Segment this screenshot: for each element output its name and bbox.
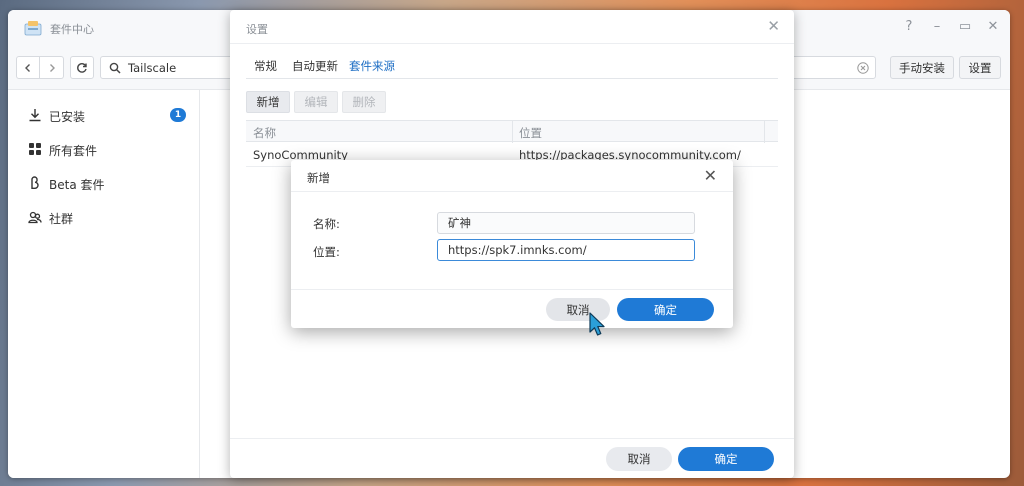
- column-resize-handle[interactable]: [764, 121, 765, 143]
- package-center-logo-icon: [24, 21, 42, 36]
- column-resize-handle[interactable]: [512, 121, 513, 143]
- ok-button[interactable]: 确定: [617, 298, 714, 321]
- close-icon[interactable]: ✕: [986, 19, 1000, 34]
- grid-icon: [29, 143, 41, 155]
- divider: [291, 289, 733, 290]
- close-icon[interactable]: ✕: [704, 166, 717, 185]
- add-source-dialog: 新增 ✕ 名称: 位置: 取消 确定: [291, 160, 733, 328]
- divider: [230, 438, 794, 439]
- sidebar-item-community[interactable]: 社群: [8, 202, 198, 232]
- sidebar-item-all-packages[interactable]: 所有套件: [8, 134, 198, 164]
- settings-button[interactable]: 设置: [959, 56, 1001, 79]
- chevron-left-icon: [25, 63, 30, 72]
- table-header: 名称 位置: [246, 120, 778, 143]
- column-header-location[interactable]: 位置: [519, 125, 542, 141]
- sidebar-item-label: 所有套件: [49, 144, 98, 158]
- search-value: Tailscale: [128, 61, 177, 75]
- settings-dialog-title: 设置: [246, 23, 268, 36]
- sidebar-item-label: Beta 套件: [49, 178, 105, 192]
- add-source-button[interactable]: 新增: [246, 91, 290, 113]
- close-icon[interactable]: ✕: [767, 17, 780, 35]
- name-field[interactable]: [437, 212, 695, 234]
- location-field[interactable]: [437, 239, 695, 261]
- refresh-button[interactable]: [70, 56, 94, 79]
- search-icon: [109, 62, 121, 74]
- chevron-right-icon: [49, 63, 55, 72]
- help-icon[interactable]: ?: [902, 19, 916, 34]
- divider: [246, 78, 778, 79]
- divider: [291, 191, 733, 192]
- sidebar-item-label: 已安装: [49, 110, 86, 124]
- sidebar-item-label: 社群: [49, 212, 74, 226]
- cancel-button[interactable]: 取消: [606, 447, 672, 471]
- name-label: 名称:: [313, 217, 340, 231]
- manual-install-button[interactable]: 手动安装: [890, 56, 954, 79]
- divider: [230, 43, 794, 44]
- community-icon: [28, 211, 42, 224]
- add-dialog-title: 新增: [307, 171, 330, 185]
- mouse-pointer-icon: [589, 312, 605, 336]
- beta-icon: [31, 176, 39, 189]
- maximize-icon[interactable]: ▭: [958, 19, 972, 34]
- sidebar-item-installed[interactable]: 已安装 1: [8, 100, 198, 130]
- app-title: 套件中心: [50, 23, 94, 36]
- minimize-icon[interactable]: –: [930, 19, 944, 34]
- tab-general[interactable]: 常规: [254, 58, 277, 74]
- download-icon: [29, 109, 41, 122]
- tab-package-sources[interactable]: 套件来源: [349, 58, 395, 74]
- edit-source-button: 编辑: [294, 91, 338, 113]
- ok-button[interactable]: 确定: [678, 447, 774, 471]
- delete-source-button: 删除: [342, 91, 386, 113]
- refresh-icon: [77, 62, 87, 73]
- sidebar-item-beta[interactable]: Beta 套件: [8, 168, 198, 198]
- back-button[interactable]: [16, 56, 40, 79]
- window-controls: ? – ▭ ✕: [902, 19, 1000, 34]
- location-label: 位置:: [313, 245, 340, 259]
- forward-button[interactable]: [40, 56, 64, 79]
- clear-search-icon[interactable]: [857, 62, 869, 74]
- tab-auto-update[interactable]: 自动更新: [292, 58, 338, 74]
- sidebar: 已安装 1 所有套件 Beta 套件 社群: [8, 90, 200, 478]
- column-header-name[interactable]: 名称: [253, 125, 276, 141]
- installed-count-badge: 1: [170, 108, 186, 122]
